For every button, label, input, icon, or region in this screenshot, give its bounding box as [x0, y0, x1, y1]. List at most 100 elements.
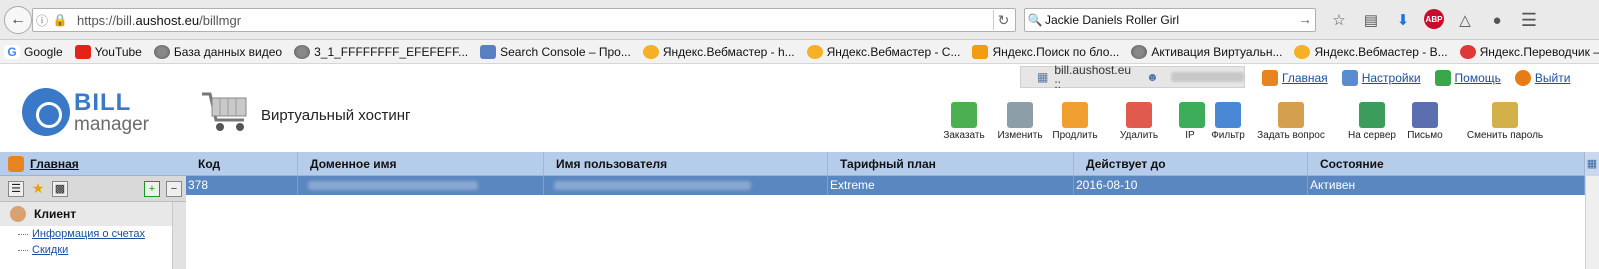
- exit-icon: [1514, 70, 1531, 86]
- bookmark-item[interactable]: Яндекс.Вебмастер - В...: [1294, 44, 1448, 59]
- bookmark-item[interactable]: Search Console – Про...: [480, 44, 631, 59]
- table-cell-domain: [298, 176, 544, 195]
- table-settings-icon[interactable]: ▦: [1585, 152, 1599, 176]
- toplink-help[interactable]: Помощь: [1434, 70, 1501, 86]
- toolbar-button-7[interactable]: На сервер: [1345, 102, 1399, 141]
- section-client[interactable]: Клиент ⌃: [0, 202, 186, 226]
- column-header[interactable]: Тарифный план: [828, 152, 1074, 175]
- table-row[interactable]: 378 Extreme 2016-08-10 Активен: [186, 176, 1599, 195]
- bookmark-item[interactable]: Яндекс.Вебмастер - С...: [806, 44, 961, 59]
- ya-icon: [806, 44, 823, 59]
- left-panel: Главная ☰ ★ ▩ + − Клиент ⌃ Информация о …: [0, 152, 186, 269]
- bookmark-item[interactable]: Яндекс.Вебмастер - h...: [642, 44, 795, 59]
- bookmark-label: Яндекс.Вебмастер - В...: [1314, 44, 1448, 59]
- column-header[interactable]: Доменное имя: [298, 152, 544, 175]
- column-header[interactable]: Состояние: [1308, 152, 1585, 175]
- globe-icon: [153, 44, 170, 59]
- url-text[interactable]: https://bill.aushost.eu/billmgr: [77, 13, 241, 28]
- toolbar-button-0[interactable]: Заказать: [941, 102, 987, 141]
- home-link[interactable]: Главная: [30, 157, 79, 171]
- user-icon: ☻: [1146, 70, 1159, 84]
- table-cell-expires: 2016-08-10: [1074, 176, 1308, 195]
- info-icon[interactable]: ⓘ: [33, 12, 51, 29]
- sidebar-link[interactable]: Информация о счетах: [18, 226, 185, 242]
- logo-line2: manager: [74, 113, 149, 135]
- services-table: Код Доменное имя Имя пользователя Тарифный …: [186, 152, 1599, 269]
- toolbar-button-2[interactable]: Продлить: [1050, 102, 1100, 141]
- toolbar-button-3[interactable]: Удалить: [1117, 102, 1161, 141]
- column-header[interactable]: Действует до: [1074, 152, 1308, 175]
- toplink-exit[interactable]: Выйти: [1514, 70, 1571, 86]
- toplink-label: Выйти: [1534, 71, 1571, 85]
- page-title: Виртуальный хостинг: [261, 107, 411, 124]
- toplink-home[interactable]: Главная: [1262, 70, 1328, 86]
- toolbar-icon: [1062, 102, 1088, 128]
- logo-icon: [22, 88, 70, 136]
- google-icon: G: [4, 44, 20, 59]
- column-header[interactable]: Имя пользователя: [544, 152, 828, 175]
- toolbar-label: Заказать: [943, 130, 985, 141]
- search-go-icon[interactable]: →: [1298, 11, 1312, 27]
- yt-icon: [74, 44, 91, 59]
- list-view-icon[interactable]: ☰: [8, 180, 24, 197]
- bookmark-label: Активация Виртуальн...: [1151, 44, 1283, 59]
- reading-list-icon[interactable]: ▤: [1360, 9, 1382, 31]
- adblock-icon[interactable]: ABP: [1424, 9, 1444, 29]
- bookmark-label: Яндекс.Вебмастер - С...: [826, 44, 961, 59]
- browser-toolbar: ← ⓘ 🔒 https://bill.aushost.eu/billmgr ↻ …: [0, 0, 1599, 40]
- toolbar-icon: [951, 102, 977, 128]
- address-bar[interactable]: ⓘ 🔒 https://bill.aushost.eu/billmgr ↻: [32, 8, 1016, 32]
- left-panel-header: Главная: [0, 152, 186, 176]
- column-header[interactable]: Код: [186, 152, 298, 175]
- toplink-set[interactable]: Настройки: [1341, 70, 1421, 86]
- briefcase-icon[interactable]: ▩: [52, 180, 68, 197]
- expand-all-icon[interactable]: +: [144, 180, 160, 197]
- collapse-all-icon[interactable]: −: [166, 180, 182, 197]
- favorites-icon[interactable]: ★: [30, 181, 46, 197]
- toolbar-button-8[interactable]: Письмо: [1405, 102, 1445, 141]
- search-bar[interactable]: 🔍 Jackie Daniels Roller Girl →: [1024, 8, 1316, 32]
- search-input[interactable]: Jackie Daniels Roller Girl: [1045, 13, 1179, 27]
- bookmark-label: Google: [24, 44, 63, 59]
- bookmark-label: YouTube: [94, 44, 142, 59]
- bookmark-star-icon[interactable]: ☆: [1328, 9, 1350, 31]
- toolbar-button-1[interactable]: Изменить: [996, 102, 1044, 141]
- toolbar-icon: [1492, 102, 1518, 128]
- left-panel-scrollbar[interactable]: [172, 202, 186, 269]
- server-icon: ▦: [1037, 70, 1049, 84]
- bookmark-item[interactable]: Яндекс.Поиск по бло...: [972, 44, 1119, 59]
- set-icon: [1341, 70, 1358, 86]
- bookmark-item[interactable]: Активация Виртуальн...: [1131, 44, 1283, 59]
- sidebar-link[interactable]: Скидки: [18, 242, 185, 258]
- table-scrollbar[interactable]: [1585, 176, 1599, 269]
- bookmark-label: Яндекс.Переводчик – ...: [1479, 44, 1599, 59]
- toolbar-button-6[interactable]: Задать вопрос: [1253, 102, 1329, 141]
- menu-icon[interactable]: ☰: [1518, 9, 1540, 31]
- bookmark-item[interactable]: База данных видео: [153, 44, 282, 59]
- toolbar-button-4[interactable]: IP: [1179, 102, 1205, 141]
- bookmark-item[interactable]: YouTube: [74, 44, 142, 59]
- toolbar-icon: [1126, 102, 1152, 128]
- shopping-cart-icon: [202, 92, 247, 131]
- extension-icon[interactable]: ●: [1486, 9, 1508, 31]
- sc-icon: [480, 44, 497, 59]
- bookmark-item[interactable]: Яндекс.Переводчик – ...: [1459, 44, 1599, 59]
- left-panel-tools: ☰ ★ ▩ + −: [0, 176, 186, 202]
- back-button[interactable]: ←: [4, 6, 32, 34]
- toolbar-button-5[interactable]: Фильтр: [1209, 102, 1247, 141]
- billmanager-app: ▦ bill.aushost.eu :: ☻ Главная Настройки П…: [0, 63, 1599, 269]
- reload-icon[interactable]: ↻: [993, 10, 1013, 30]
- bookmark-item[interactable]: 3_1_FFFFFFFF_EFEFEFF...: [294, 44, 469, 59]
- blog-icon: [972, 44, 989, 59]
- billmanager-logo[interactable]: BILL manager: [22, 88, 149, 136]
- bookmark-label: 3_1_FFFFFFFF_EFEFEFF...: [314, 44, 469, 59]
- toolbar-label: На сервер: [1347, 130, 1396, 141]
- sync-icon[interactable]: △: [1454, 9, 1476, 31]
- bookmark-item[interactable]: G Google: [4, 44, 63, 59]
- toolbar-label: Продлить: [1052, 130, 1098, 141]
- logo-line1: BILL: [74, 88, 132, 116]
- toolbar-button-9[interactable]: Сменить пароль: [1462, 102, 1548, 141]
- download-icon[interactable]: ⬇: [1392, 9, 1414, 31]
- table-cell-code: 378: [186, 176, 298, 195]
- toolbar-label: IP: [1185, 130, 1195, 141]
